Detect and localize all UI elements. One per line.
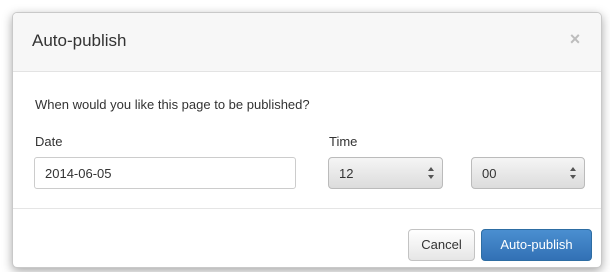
up-down-arrows-icon (428, 167, 434, 179)
auto-publish-button[interactable]: Auto-publish (481, 229, 592, 261)
dialog-header: Auto-publish × (13, 13, 601, 72)
dialog-footer: Cancel Auto-publish (13, 208, 601, 267)
time-label: Time (329, 134, 358, 149)
hour-select[interactable]: 12 (328, 157, 443, 189)
date-input[interactable] (34, 157, 296, 189)
minute-select[interactable]: 00 (471, 157, 585, 189)
up-down-arrows-icon (570, 167, 576, 179)
hour-value: 12 (339, 166, 354, 181)
minute-value: 00 (482, 166, 497, 181)
auto-publish-dialog: Auto-publish × When would you like this … (12, 12, 602, 268)
dialog-title: Auto-publish (32, 31, 127, 50)
close-icon[interactable]: × (565, 29, 585, 49)
cancel-button[interactable]: Cancel (408, 229, 475, 261)
dialog-body: When would you like this page to be publ… (13, 72, 601, 208)
date-label: Date (35, 134, 63, 149)
publish-question: When would you like this page to be publ… (35, 97, 310, 112)
